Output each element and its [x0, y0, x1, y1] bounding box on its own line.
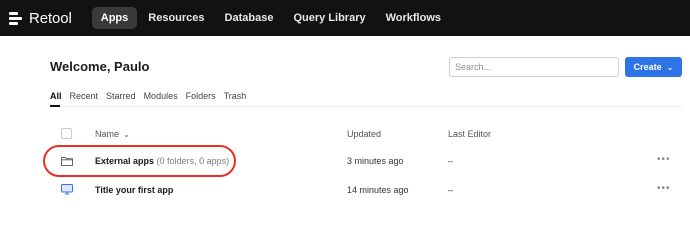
more-options-icon[interactable]: •••	[657, 154, 671, 165]
tab-modules[interactable]: Modules	[144, 91, 178, 106]
column-header-name[interactable]: Name ⌄	[95, 129, 130, 139]
search-input[interactable]	[449, 57, 619, 77]
tab-trash[interactable]: Trash	[224, 91, 247, 106]
retool-logo-icon	[9, 11, 23, 25]
row-last-editor: –	[448, 185, 454, 195]
highlight-annotation	[43, 145, 236, 177]
tab-folders[interactable]: Folders	[186, 91, 216, 106]
tab-starred[interactable]: Starred	[106, 91, 136, 106]
logo-text: Retool	[29, 9, 72, 27]
nav-item-query-library[interactable]: Query Library	[284, 7, 374, 29]
nav-item-resources[interactable]: Resources	[139, 7, 213, 29]
column-header-name-label: Name	[95, 129, 120, 139]
active-tab-indicator	[50, 105, 60, 107]
nav-item-apps[interactable]: Apps	[91, 7, 138, 29]
top-nav-bar: Retool Apps Resources Database Query Lib…	[0, 0, 690, 36]
row-name[interactable]: Title your first app	[95, 185, 173, 195]
row-updated: 14 minutes ago	[347, 185, 409, 195]
nav-item-workflows[interactable]: Workflows	[377, 7, 450, 29]
select-all-checkbox[interactable]	[61, 128, 72, 139]
nav-item-database[interactable]: Database	[216, 7, 283, 29]
filter-tabs: All Recent Starred Modules Folders Trash	[50, 91, 254, 106]
column-header-last-editor[interactable]: Last Editor	[448, 129, 491, 139]
page-title: Welcome, Paulo	[50, 59, 150, 74]
create-button[interactable]: Create ⌄	[625, 57, 682, 77]
main-nav: Apps Resources Database Query Library Wo…	[91, 7, 452, 29]
chevron-down-icon: ⌄	[666, 62, 674, 72]
more-options-icon[interactable]: •••	[657, 183, 671, 194]
retool-logo[interactable]: Retool	[9, 10, 72, 27]
tab-all[interactable]: All	[50, 91, 62, 106]
tabs-divider	[50, 106, 682, 107]
app-monitor-icon	[61, 184, 73, 195]
row-updated: 3 minutes ago	[347, 156, 404, 166]
column-header-updated[interactable]: Updated	[347, 129, 381, 139]
chevron-down-icon: ⌄	[123, 130, 130, 139]
tab-recent[interactable]: Recent	[70, 91, 99, 106]
row-last-editor: –	[448, 156, 454, 166]
create-button-label: Create	[633, 62, 662, 72]
